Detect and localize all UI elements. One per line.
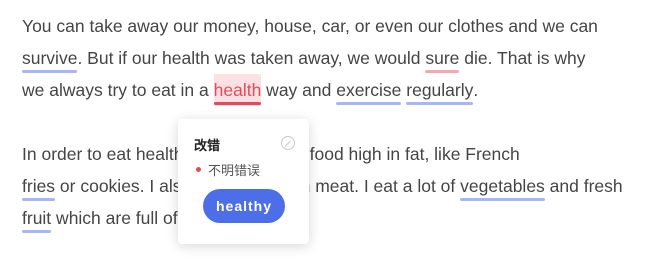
word-sure-error[interactable]: sure xyxy=(425,42,460,74)
text-segment: way and xyxy=(261,80,337,100)
popup-title: 改错 xyxy=(194,139,221,154)
word-fruit-suggestion[interactable]: fruit xyxy=(22,202,52,234)
paragraph-1: You can take away our money, house, car,… xyxy=(22,10,598,106)
text-line: fries or cookies. I also don't eat much … xyxy=(22,170,623,202)
text-line: You can take away our money, house, car,… xyxy=(22,10,598,42)
word-health-error-active[interactable]: health xyxy=(213,74,262,106)
correction-popup: 改错 不明错误 healthy xyxy=(178,119,309,244)
error-dot-icon xyxy=(196,167,201,172)
word-fries-suggestion[interactable]: fries xyxy=(22,170,56,202)
word-survive-suggestion[interactable]: survive xyxy=(22,42,78,74)
text-line: we always try to eat in a health way and… xyxy=(22,74,598,106)
word-exercise-suggestion[interactable]: exercise xyxy=(336,74,402,106)
word-regularly-suggestion[interactable]: regularly xyxy=(406,74,474,106)
ignore-icon[interactable] xyxy=(281,136,295,150)
text-line: survive. But if our health was taken awa… xyxy=(22,42,598,74)
paragraph-2: In order to eat healthy, I avoid eating … xyxy=(22,138,623,234)
text-segment: we always try to eat in a xyxy=(22,80,214,100)
text-line: fruit which are full of vitamins. xyxy=(22,202,623,234)
text-line: In order to eat healthy, I avoid eating … xyxy=(22,138,623,170)
text-segment: . xyxy=(473,80,479,100)
text-segment: die. That is why xyxy=(459,48,586,68)
text-segment: and fresh xyxy=(544,176,623,196)
word-vegetables-suggestion[interactable]: vegetables xyxy=(460,170,545,202)
text-segment: You can take away our money, house, car,… xyxy=(22,16,598,36)
error-type-label: 不明错误 xyxy=(208,164,261,179)
apply-suggestion-button[interactable]: healthy xyxy=(203,189,285,223)
text-segment: . But if our health was taken away, we w… xyxy=(77,48,426,68)
